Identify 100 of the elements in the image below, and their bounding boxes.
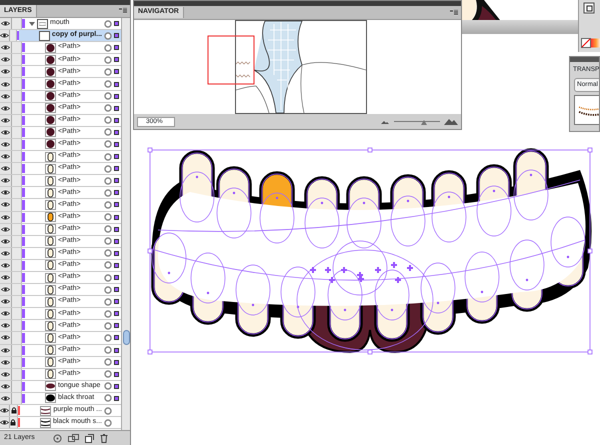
eye-icon[interactable] (1, 21, 10, 26)
lock-toggle[interactable] (12, 212, 22, 223)
eye-icon[interactable] (1, 142, 10, 147)
selected-art-indicator[interactable] (114, 226, 119, 232)
eye-icon[interactable] (1, 372, 10, 377)
lock-toggle[interactable] (12, 54, 22, 66)
eye-icon[interactable] (1, 106, 10, 111)
lock-toggle[interactable] (12, 78, 22, 90)
selected-art-indicator[interactable] (114, 335, 119, 340)
eye-icon[interactable] (1, 262, 10, 268)
eye-icon[interactable] (1, 335, 10, 340)
lock-toggle[interactable] (12, 296, 22, 308)
selected-art-indicator[interactable] (114, 190, 119, 196)
selected-art-indicator[interactable] (114, 396, 119, 401)
lock-toggle[interactable] (12, 356, 22, 368)
lock-toggle[interactable] (12, 392, 22, 404)
lock-toggle[interactable] (12, 236, 22, 247)
selected-art-indicator[interactable] (114, 166, 119, 172)
lock-toggle[interactable] (12, 138, 22, 150)
lock-toggle[interactable] (12, 199, 22, 210)
lock-toggle[interactable] (12, 248, 22, 259)
eye-icon[interactable] (1, 57, 10, 62)
lock-toggle[interactable] (12, 380, 22, 392)
lock-toggle[interactable] (12, 368, 22, 380)
panel-icon[interactable] (583, 2, 595, 14)
zoom-slider-thumb[interactable] (420, 120, 427, 125)
eye-icon[interactable] (1, 384, 10, 389)
lock-toggle[interactable] (12, 18, 22, 30)
selected-art-indicator[interactable] (114, 275, 119, 280)
eye-icon[interactable] (1, 202, 10, 208)
disclosure-triangle-icon[interactable] (29, 20, 35, 27)
selected-art-indicator[interactable] (114, 82, 119, 87)
selected-art-indicator[interactable] (114, 57, 119, 62)
selected-art-indicator[interactable] (114, 348, 119, 353)
eye-icon[interactable] (1, 118, 10, 123)
selected-art-indicator[interactable] (114, 384, 119, 389)
lock-toggle[interactable] (12, 187, 22, 198)
lock-toggle[interactable] (12, 224, 22, 235)
selected-art-indicator[interactable] (114, 21, 119, 26)
selected-art-indicator[interactable] (114, 323, 119, 328)
selected-art-indicator[interactable] (114, 33, 119, 38)
selected-art-indicator[interactable] (114, 360, 119, 365)
lock-toggle[interactable] (12, 151, 22, 162)
eye-icon[interactable] (1, 311, 10, 316)
scrollbar[interactable] (121, 18, 130, 430)
lock-toggle[interactable] (12, 175, 22, 186)
selected-art-indicator[interactable] (114, 250, 119, 256)
selected-art-indicator[interactable] (114, 178, 119, 184)
lock-toggle[interactable] (12, 114, 22, 126)
clipping-mask-icon[interactable] (68, 434, 79, 442)
selected-art-indicator[interactable] (114, 202, 119, 208)
lock-toggle[interactable] (12, 126, 22, 138)
eye-icon[interactable] (1, 299, 10, 304)
eye-icon[interactable] (1, 396, 10, 401)
lock-toggle[interactable] (12, 42, 22, 54)
selected-art-indicator[interactable] (114, 45, 119, 50)
eye-icon[interactable] (1, 94, 10, 99)
selected-art-indicator[interactable] (114, 238, 119, 244)
lock-toggle[interactable] (12, 272, 22, 284)
zoom-in-icon[interactable] (444, 118, 458, 126)
eye-icon[interactable] (1, 166, 10, 172)
lock-toggle[interactable] (12, 320, 22, 332)
lock-toggle[interactable] (12, 260, 22, 271)
eye-icon[interactable] (1, 214, 10, 220)
eye-icon[interactable] (1, 238, 10, 244)
eye-icon[interactable] (1, 82, 10, 87)
selected-art-indicator[interactable] (114, 287, 119, 292)
eye-icon[interactable] (1, 287, 10, 292)
eye-icon[interactable] (1, 190, 10, 196)
eye-icon[interactable] (1, 69, 10, 74)
eye-icon[interactable] (1, 250, 10, 256)
eye-icon[interactable] (1, 360, 10, 365)
eye-icon[interactable] (1, 348, 10, 353)
eye-icon[interactable] (1, 226, 10, 232)
new-sublayer-icon[interactable] (84, 434, 94, 442)
eye-icon[interactable] (0, 420, 9, 426)
eye-icon[interactable] (1, 154, 10, 160)
selected-art-indicator[interactable] (114, 311, 119, 316)
lock-toggle[interactable] (12, 332, 22, 344)
eye-icon[interactable] (1, 45, 10, 50)
lock-toggle[interactable] (10, 30, 17, 42)
panel-menu-icon[interactable] (119, 8, 127, 14)
selected-art-indicator[interactable] (114, 106, 119, 111)
selected-art-indicator[interactable] (114, 94, 119, 99)
lock-toggle[interactable] (12, 102, 22, 114)
panel-menu-icon[interactable] (450, 10, 458, 16)
eye-icon[interactable] (1, 323, 10, 328)
lock-toggle[interactable] (12, 90, 22, 102)
selected-art-indicator[interactable] (114, 142, 119, 147)
lock-toggle[interactable] (12, 344, 22, 356)
delete-icon[interactable] (100, 434, 108, 442)
eye-icon[interactable] (1, 178, 10, 184)
locate-object-icon[interactable] (52, 434, 62, 442)
zoom-out-icon[interactable] (380, 118, 390, 124)
selected-art-indicator[interactable] (114, 118, 119, 123)
eye-icon[interactable] (0, 33, 9, 38)
selected-art-indicator[interactable] (114, 299, 119, 304)
lock-toggle[interactable] (12, 163, 22, 174)
selected-art-indicator[interactable] (114, 130, 119, 135)
lock-toggle[interactable] (10, 417, 18, 428)
